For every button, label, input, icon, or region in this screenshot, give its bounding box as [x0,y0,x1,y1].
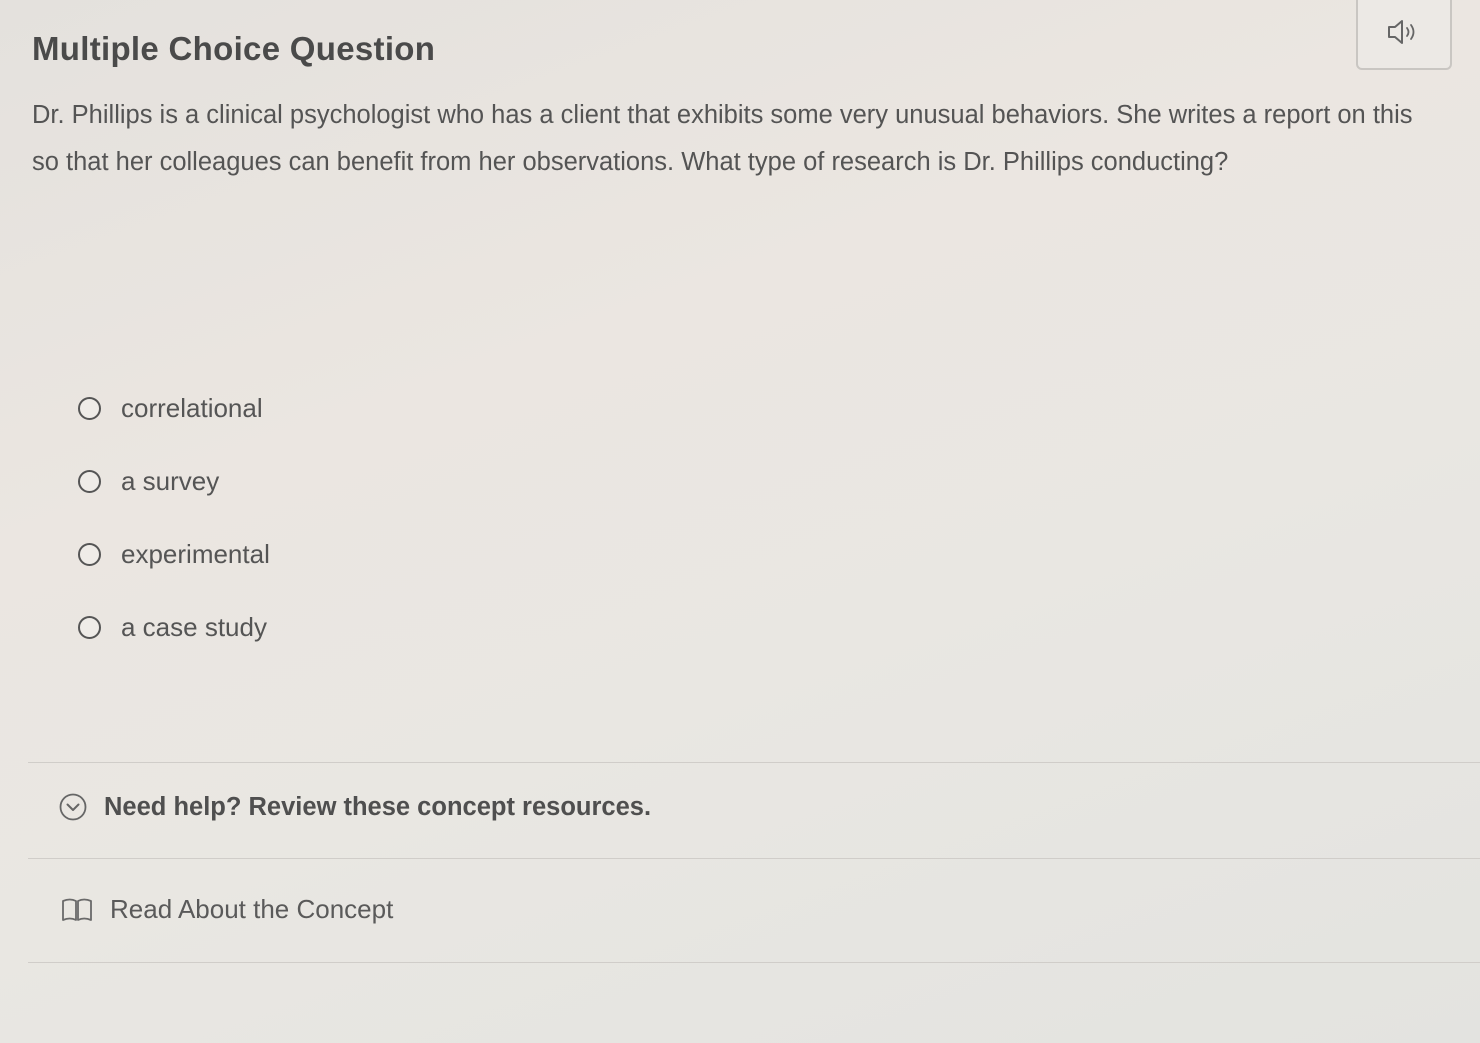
radio-button[interactable] [78,616,101,639]
option-label: correlational [121,393,263,423]
answer-option-correlational[interactable]: correlational [78,372,270,445]
answer-option-case-study[interactable]: a case study [78,591,270,664]
radio-button[interactable] [78,543,101,566]
book-icon [60,896,94,924]
chevron-down-circle-icon [58,792,88,822]
option-label: a survey [121,466,220,496]
radio-button[interactable] [78,470,101,493]
option-label: experimental [121,539,270,569]
read-about-concept-link[interactable]: Read About the Concept [60,894,393,925]
divider [28,858,1480,859]
concept-resources-toggle[interactable]: Need help? Review these concept resource… [58,792,651,822]
divider [28,762,1480,763]
answer-option-experimental[interactable]: experimental [78,518,270,591]
read-about-concept-label: Read About the Concept [110,894,394,924]
answer-option-survey[interactable]: a survey [78,445,270,518]
option-label: a case study [121,612,267,642]
question-heading: Multiple Choice Question [32,30,436,67]
radio-button[interactable] [78,397,101,420]
question-panel: Multiple Choice Question Dr. Phillips is… [0,0,1480,1043]
concept-resources-label: Need help? Review these concept resource… [104,792,652,821]
answer-options: correlational a survey experimental a ca… [78,372,270,664]
divider [28,962,1480,963]
speaker-icon [1386,17,1422,47]
question-prompt: Dr. Phillips is a clinical psychologist … [32,101,1413,176]
read-aloud-button[interactable] [1356,0,1452,70]
